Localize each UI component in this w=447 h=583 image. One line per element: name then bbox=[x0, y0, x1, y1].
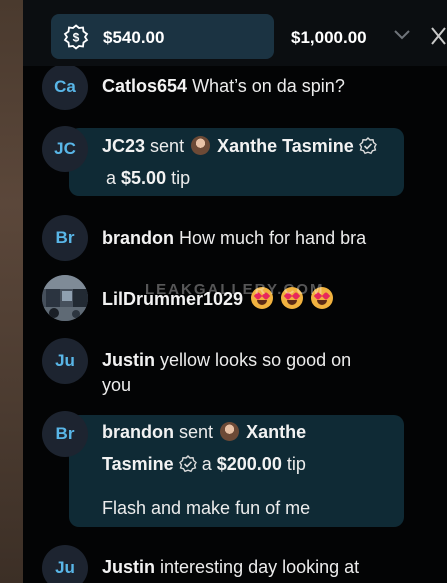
avatar-photo bbox=[42, 275, 88, 321]
avatar[interactable]: Ju bbox=[42, 338, 88, 384]
avatar[interactable]: Ju bbox=[42, 545, 88, 583]
username[interactable]: JC23 bbox=[102, 136, 145, 156]
tip-goal-bar: $ $540.00 $1,000.00 bbox=[23, 0, 447, 66]
tip-message: JC JC23 sent Xanthe Tasmine a $5.00 tip bbox=[23, 126, 447, 198]
username[interactable]: Catlos654 bbox=[102, 76, 187, 96]
goal-target-amount: $1,000.00 bbox=[291, 28, 367, 47]
tip-amount: $200.00 bbox=[216, 454, 282, 474]
tip-note: Flash and make fun of me bbox=[102, 498, 311, 518]
recipient-name[interactable]: Xanthe bbox=[246, 422, 306, 442]
svg-text:$: $ bbox=[73, 31, 80, 45]
dollar-goal-icon: $ bbox=[63, 24, 89, 50]
message-text: How much for hand bra bbox=[179, 228, 367, 248]
tip-amount: $5.00 bbox=[121, 168, 167, 188]
avatar[interactable]: JC bbox=[42, 126, 88, 172]
verified-icon bbox=[358, 137, 377, 155]
tip-sent-label: sent bbox=[150, 136, 185, 156]
message-text: What’s on da spin? bbox=[192, 76, 345, 96]
video-edge bbox=[0, 0, 23, 583]
chat-message: Ju Justin interesting day looking at bbox=[23, 545, 447, 583]
avatar[interactable]: Br bbox=[42, 215, 88, 261]
message-text: interesting day looking at bbox=[160, 557, 360, 577]
goal-current-amount: $540.00 bbox=[103, 28, 165, 47]
recipient-avatar bbox=[191, 136, 211, 155]
tip-sent-label: sent bbox=[179, 422, 214, 442]
watermark: LEAKGALLERY.COM bbox=[145, 281, 325, 298]
chat-message: Br brandon How much for hand bra bbox=[23, 215, 447, 265]
chat-message: Ju Justin yellow looks so good on you bbox=[23, 338, 447, 398]
username[interactable]: brandon bbox=[102, 228, 174, 248]
chat-message: Ca Catlos654 What’s on da spin? bbox=[23, 62, 447, 112]
message-text-continued: you bbox=[102, 375, 132, 395]
tip-message: Br brandon sent Xanthe Tasmine a $200.00… bbox=[23, 411, 447, 530]
chevron-down-icon[interactable] bbox=[393, 28, 411, 42]
goal-progress[interactable]: $ $540.00 bbox=[51, 14, 274, 59]
username[interactable]: brandon bbox=[102, 422, 174, 442]
tip-suffix: tip bbox=[171, 168, 191, 188]
chat-panel: $ $540.00 $1,000.00 Ca Catlos654 What’s … bbox=[23, 0, 447, 583]
username[interactable]: Justin bbox=[102, 557, 155, 577]
avatar[interactable] bbox=[42, 275, 88, 321]
avatar[interactable]: Br bbox=[42, 411, 88, 457]
message-text: yellow looks so good on bbox=[160, 350, 352, 370]
avatar[interactable]: Ca bbox=[42, 64, 88, 110]
tip-suffix: tip bbox=[286, 454, 306, 474]
recipient-name[interactable]: Xanthe Tasmine bbox=[217, 136, 354, 156]
recipient-avatar bbox=[220, 422, 240, 441]
close-icon[interactable] bbox=[430, 26, 447, 46]
verified-icon bbox=[178, 455, 197, 473]
tip-prefix: a bbox=[106, 168, 117, 188]
recipient-name-continued[interactable]: Tasmine bbox=[102, 454, 174, 474]
tip-prefix: a bbox=[201, 454, 212, 474]
username[interactable]: Justin bbox=[102, 350, 155, 370]
